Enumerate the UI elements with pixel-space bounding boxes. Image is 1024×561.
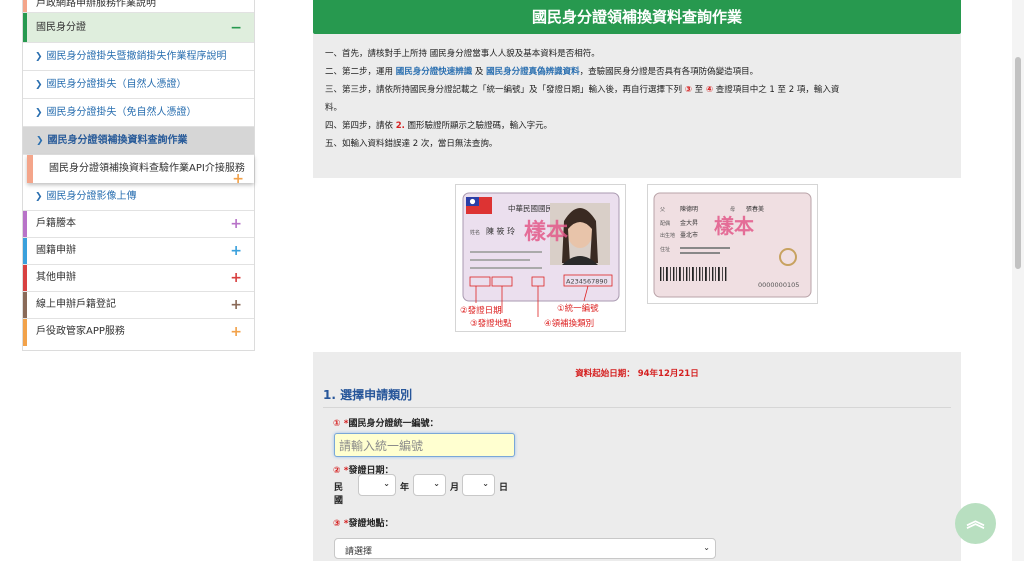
svg-text:④領補換類別: ④領補換類別	[544, 318, 594, 329]
day-select[interactable]: ⌄	[462, 474, 495, 496]
svg-text:A234567890: A234567890	[566, 278, 608, 286]
id-card-back-sample: 父 陳德明 母 張春美 配偶 金大昇 出生地 臺北市 住址 樣本 0000000…	[647, 184, 818, 304]
page: 戶政網路申辦服務作業說明 國民身分證 − ❯ 國民身分證掛失暨撤銷掛失作業程序說明…	[0, 0, 1024, 561]
chevron-right-icon: ❯	[35, 52, 43, 62]
sidebar-category-nationality[interactable]: 國籍申辦 +	[23, 238, 254, 265]
sidebar: 戶政網路申辦服務作業說明 國民身分證 − ❯ 國民身分證掛失暨撤銷掛失作業程序說明…	[22, 0, 255, 351]
plus-icon: +	[230, 297, 242, 313]
svg-text:住址: 住址	[660, 246, 670, 253]
query-form: 資料起始日期： 94年12月21日 1. 選擇申請類別 ① *國民身分證統一編號…	[313, 352, 961, 561]
section-divider	[323, 407, 951, 408]
chevron-down-icon: ⌄	[433, 479, 440, 488]
svg-text:樣本: 樣本	[714, 214, 754, 238]
era-label: 民國	[334, 483, 344, 506]
sidebar-item-loss-report-procedure[interactable]: ❯ 國民身分證掛失暨撤銷掛失作業程序說明	[23, 43, 254, 71]
chevron-right-icon: ❯	[36, 136, 44, 146]
svg-text:0000000105: 0000000105	[758, 281, 799, 289]
chevron-right-icon: ❯	[35, 192, 43, 202]
id-number-input[interactable]: 請輸入統一編號	[334, 433, 515, 457]
svg-text:③發證地點: ③發證地點	[470, 318, 512, 329]
sidebar-category-household-transcript[interactable]: 戶籍謄本 +	[23, 211, 254, 238]
sidebar-category-label: 國民身分證	[36, 22, 86, 33]
chevron-right-icon: ❯	[35, 80, 43, 90]
issue-place-select[interactable]: 請選擇 ⌄	[334, 538, 716, 559]
plus-icon: +	[230, 324, 242, 340]
id-card-front-image: 中華民國國民身分證 姓名 陳 筱 玲 樣本 A234567890 ①統一編號 ②…	[460, 192, 620, 329]
svg-text:姓名: 姓名	[470, 229, 480, 236]
instruction-line-1: 一、首先，請核對手上所持 國民身分證當事人人貌及基本資料是否相符。	[325, 49, 600, 59]
year-unit: 年	[400, 483, 410, 493]
instructions: 一、首先，請核對手上所持 國民身分證當事人人貌及基本資料是否相符。 二、第二步，…	[313, 34, 961, 178]
collapse-icon[interactable]: −	[230, 13, 242, 43]
month-select[interactable]: ⌄	[413, 474, 446, 496]
svg-text:配偶: 配偶	[660, 220, 670, 227]
sidebar-category-id-card[interactable]: 國民身分證 −	[23, 13, 254, 43]
sidebar-item-image-upload[interactable]: ❯ 國民身分證影像上傳	[23, 183, 254, 211]
plus-icon: +	[230, 216, 242, 232]
sidebar-item-loss-report-no-cert[interactable]: ❯ 國民身分證掛失（免自然人憑證）	[23, 99, 254, 127]
instruction-line-3-cont: 料。	[325, 103, 343, 113]
quick-identify-link[interactable]: 國民身分證快速辨識	[396, 67, 473, 77]
instruction-line-2: 二、第二步，運用 國民身分證快速辨識 及 國民身分證真偽辨識資料，查驗國民身分證…	[325, 67, 759, 77]
sidebar-item-reissue-query[interactable]: ❯ 國民身分證領補換資料查詢作業	[23, 127, 254, 155]
svg-text:陳 筱 玲: 陳 筱 玲	[486, 226, 515, 236]
svg-text:①統一編號: ①統一編號	[557, 303, 599, 314]
plus-icon: +	[232, 171, 244, 187]
svg-text:母: 母	[730, 207, 735, 213]
instruction-line-3: 三、第三步，請依所持國民身分證記載之「統一編號」及「發證日期」輸入後，再自行選擇…	[325, 85, 840, 95]
instruction-line-5: 五、如輸入資料錯誤達 2 次，當日無法查詢。	[325, 139, 498, 149]
svg-text:金大昇: 金大昇	[680, 219, 698, 227]
sidebar-category-other[interactable]: 其他申辦 +	[23, 265, 254, 292]
double-chevron-up-icon[interactable]: ︽	[955, 503, 996, 544]
main-content: 國民身分證領補換資料查詢作業 一、首先，請核對手上所持 國民身分證當事人人貌及基…	[313, 0, 961, 561]
data-start-date-note: 資料起始日期： 94年12月21日	[575, 369, 699, 379]
day-unit: 日	[499, 483, 509, 493]
id-card-back-image: 父 陳德明 母 張春美 配偶 金大昇 出生地 臺北市 住址 樣本 0000000…	[653, 192, 812, 298]
svg-text:陳德明: 陳德明	[680, 205, 698, 213]
page-title: 國民身分證領補換資料查詢作業	[313, 0, 961, 34]
chevron-right-icon: ❯	[35, 108, 43, 118]
chevron-down-icon: ⌄	[482, 479, 489, 488]
svg-text:臺北市: 臺北市	[680, 231, 698, 239]
id-card-samples: 中華民國國民身分證 姓名 陳 筱 玲 樣本 A234567890 ①統一編號 ②…	[313, 178, 961, 352]
scrollbar-thumb[interactable]	[1015, 57, 1021, 269]
sidebar-item-online-service-guide[interactable]: 戶政網路申辦服務作業說明	[23, 0, 254, 13]
svg-text:父: 父	[660, 207, 665, 213]
id-number-label: ① *國民身分證統一編號：	[333, 419, 439, 429]
chevron-down-icon: ⌄	[383, 479, 390, 488]
month-unit: 月	[450, 483, 460, 493]
section-title: 1. 選擇申請類別	[323, 388, 413, 402]
svg-text:出生地: 出生地	[660, 232, 675, 239]
sidebar-category-online-registration[interactable]: 線上申辦戶籍登記 +	[23, 292, 254, 319]
svg-text:②發證日期: ②發證日期	[460, 305, 502, 316]
authenticity-data-link[interactable]: 國民身分證真偽辨識資料	[486, 67, 580, 77]
id-card-front-sample: 中華民國國民身分證 姓名 陳 筱 玲 樣本 A234567890 ①統一編號 ②…	[455, 184, 626, 332]
sidebar-item-reissue-api[interactable]: 國民身分證領補換資料查驗作業API介接服務 +	[27, 155, 254, 187]
svg-text:張春美: 張春美	[746, 205, 764, 213]
sidebar-item-loss-report-cert[interactable]: ❯ 國民身分證掛失（自然人憑證）	[23, 71, 254, 99]
year-select[interactable]: ⌄	[358, 474, 396, 496]
issue-place-label: ③ *發證地點：	[333, 519, 394, 529]
chevron-down-icon: ⌄	[703, 543, 710, 552]
plus-icon: +	[230, 270, 242, 286]
sidebar-category-app-service[interactable]: 戶役政管家APP服務 +	[23, 319, 254, 346]
plus-icon: +	[230, 243, 242, 259]
instruction-line-4: 四、第四步，請依 2. 圖形驗證所顯示之驗證碼，輸入字元。	[325, 121, 553, 131]
svg-text:樣本: 樣本	[524, 219, 568, 245]
